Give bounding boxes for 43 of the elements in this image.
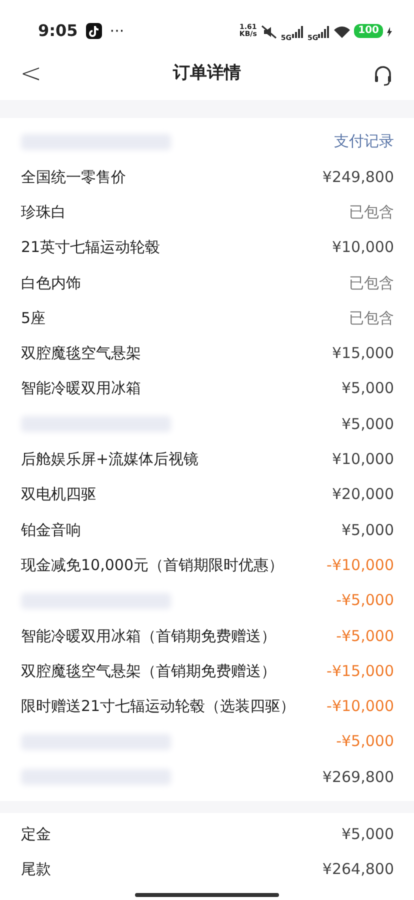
item-value: ¥5,000	[342, 824, 394, 846]
item-label: 尾款	[21, 859, 51, 880]
item-label: 全国统一零售价	[21, 166, 126, 188]
item-label: 智能冷暖双用冰箱（首销期免费赠送）	[21, 626, 276, 647]
item-value: -¥10,000	[326, 696, 394, 718]
item-label: 5座	[21, 308, 46, 329]
app-notification-icon	[86, 23, 102, 39]
page-title: 订单详情	[172, 62, 241, 86]
item-label: 双电机四驱	[21, 484, 96, 506]
item-value: ¥269,800	[322, 766, 394, 788]
item-label: 白色内饰	[21, 272, 81, 294]
item-label: 21英寸七辐运动轮毂	[21, 237, 160, 258]
item-value: -¥10,000	[326, 554, 394, 576]
item-value: 已包含	[349, 272, 394, 294]
status-time: 9:05	[38, 20, 78, 42]
item-value: ¥5,000	[342, 378, 394, 400]
item-label: 珍珠白	[21, 202, 66, 223]
item-value: ¥264,800	[322, 859, 394, 880]
item-value: ¥5,000	[342, 414, 394, 435]
back-button[interactable]: <	[20, 61, 42, 87]
item-value: 已包含	[349, 308, 394, 329]
item-value: ¥15,000	[332, 343, 394, 364]
item-label: 双腔魔毯空气悬架（首销期免费赠送）	[21, 660, 276, 682]
item-label: 后舱娱乐屏+流媒体后视镜	[21, 449, 199, 470]
item-label: 双腔魔毯空气悬架	[21, 343, 141, 364]
item-label: 限时赠送21寸七辐运动轮毂（选装四驱）	[21, 696, 296, 718]
item-value: ¥10,000	[332, 449, 394, 470]
item-value: -¥5,000	[336, 626, 394, 647]
item-value: ¥249,800	[322, 166, 394, 188]
item-value: 已包含	[349, 202, 394, 223]
item-value: ¥20,000	[332, 484, 394, 506]
item-label: 现金减免10,000元（首销期限时优惠）	[21, 554, 284, 576]
item-value: ¥5,000	[342, 520, 394, 541]
item-label: 铂金音响	[21, 520, 81, 541]
item-value: -¥5,000	[336, 731, 394, 752]
more-notifications: ···	[110, 20, 124, 42]
item-label: 智能冷暖双用冰箱	[21, 378, 141, 400]
item-label: 定金	[21, 824, 51, 846]
item-value: -¥5,000	[336, 590, 394, 612]
battery-level: 100	[354, 24, 383, 38]
payment-records-link[interactable]: 支付记录	[334, 130, 394, 153]
item-value: -¥15,000	[326, 660, 394, 682]
item-value: ¥10,000	[332, 237, 394, 258]
